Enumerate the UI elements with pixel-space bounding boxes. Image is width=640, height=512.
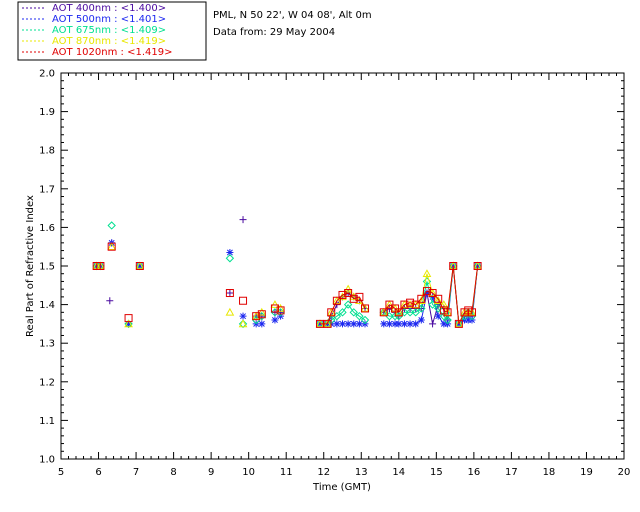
y-tick-label: 1.9 — [39, 107, 55, 118]
x-tick-label: 7 — [133, 467, 139, 478]
x-tick-label: 9 — [208, 467, 214, 478]
data-point-asterisk — [258, 320, 266, 328]
x-tick-label: 16 — [467, 467, 480, 478]
x-tick-label: 20 — [618, 467, 631, 478]
data-point-asterisk — [412, 320, 420, 328]
x-tick-label: 8 — [170, 467, 176, 478]
legend-label: AOT 675nm : <1.409> — [52, 25, 166, 36]
x-tick-label: 12 — [317, 467, 330, 478]
y-tick-label: 1.1 — [39, 416, 55, 427]
x-tick-label: 10 — [242, 467, 255, 478]
x-tick-label: 6 — [95, 467, 101, 478]
x-tick-label: 5 — [58, 467, 64, 478]
x-tick-label: 14 — [392, 467, 405, 478]
x-tick-label: 13 — [355, 467, 368, 478]
y-tick-label: 2.0 — [39, 69, 55, 80]
legend-label: AOT 1020nm : <1.419> — [52, 47, 172, 58]
refractive-index-chart: AOT 400nm : <1.400>AOT 500nm : <1.401>AO… — [0, 0, 640, 512]
y-tick-label: 1.6 — [39, 223, 55, 234]
y-tick-label: 1.0 — [39, 455, 55, 466]
data-point-asterisk — [417, 316, 425, 324]
legend: AOT 400nm : <1.400>AOT 500nm : <1.401>AO… — [17, 1, 207, 61]
legend-label: AOT 870nm : <1.419> — [52, 36, 166, 47]
x-axis-label: Time (GMT) — [312, 482, 371, 493]
y-tick-label: 1.4 — [39, 300, 55, 311]
x-tick-label: 15 — [430, 467, 443, 478]
y-tick-label: 1.2 — [39, 377, 55, 388]
x-tick-label: 18 — [543, 467, 556, 478]
x-tick-label: 17 — [505, 467, 518, 478]
legend-label: AOT 500nm : <1.401> — [52, 14, 166, 25]
y-tick-label: 1.8 — [39, 146, 55, 157]
chart-title-location: PML, N 50 22', W 04 08', Alt 0m — [213, 10, 372, 21]
y-axis-label: Real Part of Refractive Index — [25, 195, 36, 337]
y-tick-label: 1.3 — [39, 339, 55, 350]
x-tick-label: 19 — [580, 467, 593, 478]
chart-title-date: Data from: 29 May 2004 — [213, 27, 335, 38]
data-point-asterisk — [239, 312, 247, 320]
legend-label: AOT 400nm : <1.400> — [52, 3, 166, 14]
data-point-asterisk — [271, 316, 279, 324]
y-tick-label: 1.7 — [39, 184, 55, 195]
y-tick-label: 1.5 — [39, 262, 55, 273]
x-tick-label: 11 — [280, 467, 293, 478]
